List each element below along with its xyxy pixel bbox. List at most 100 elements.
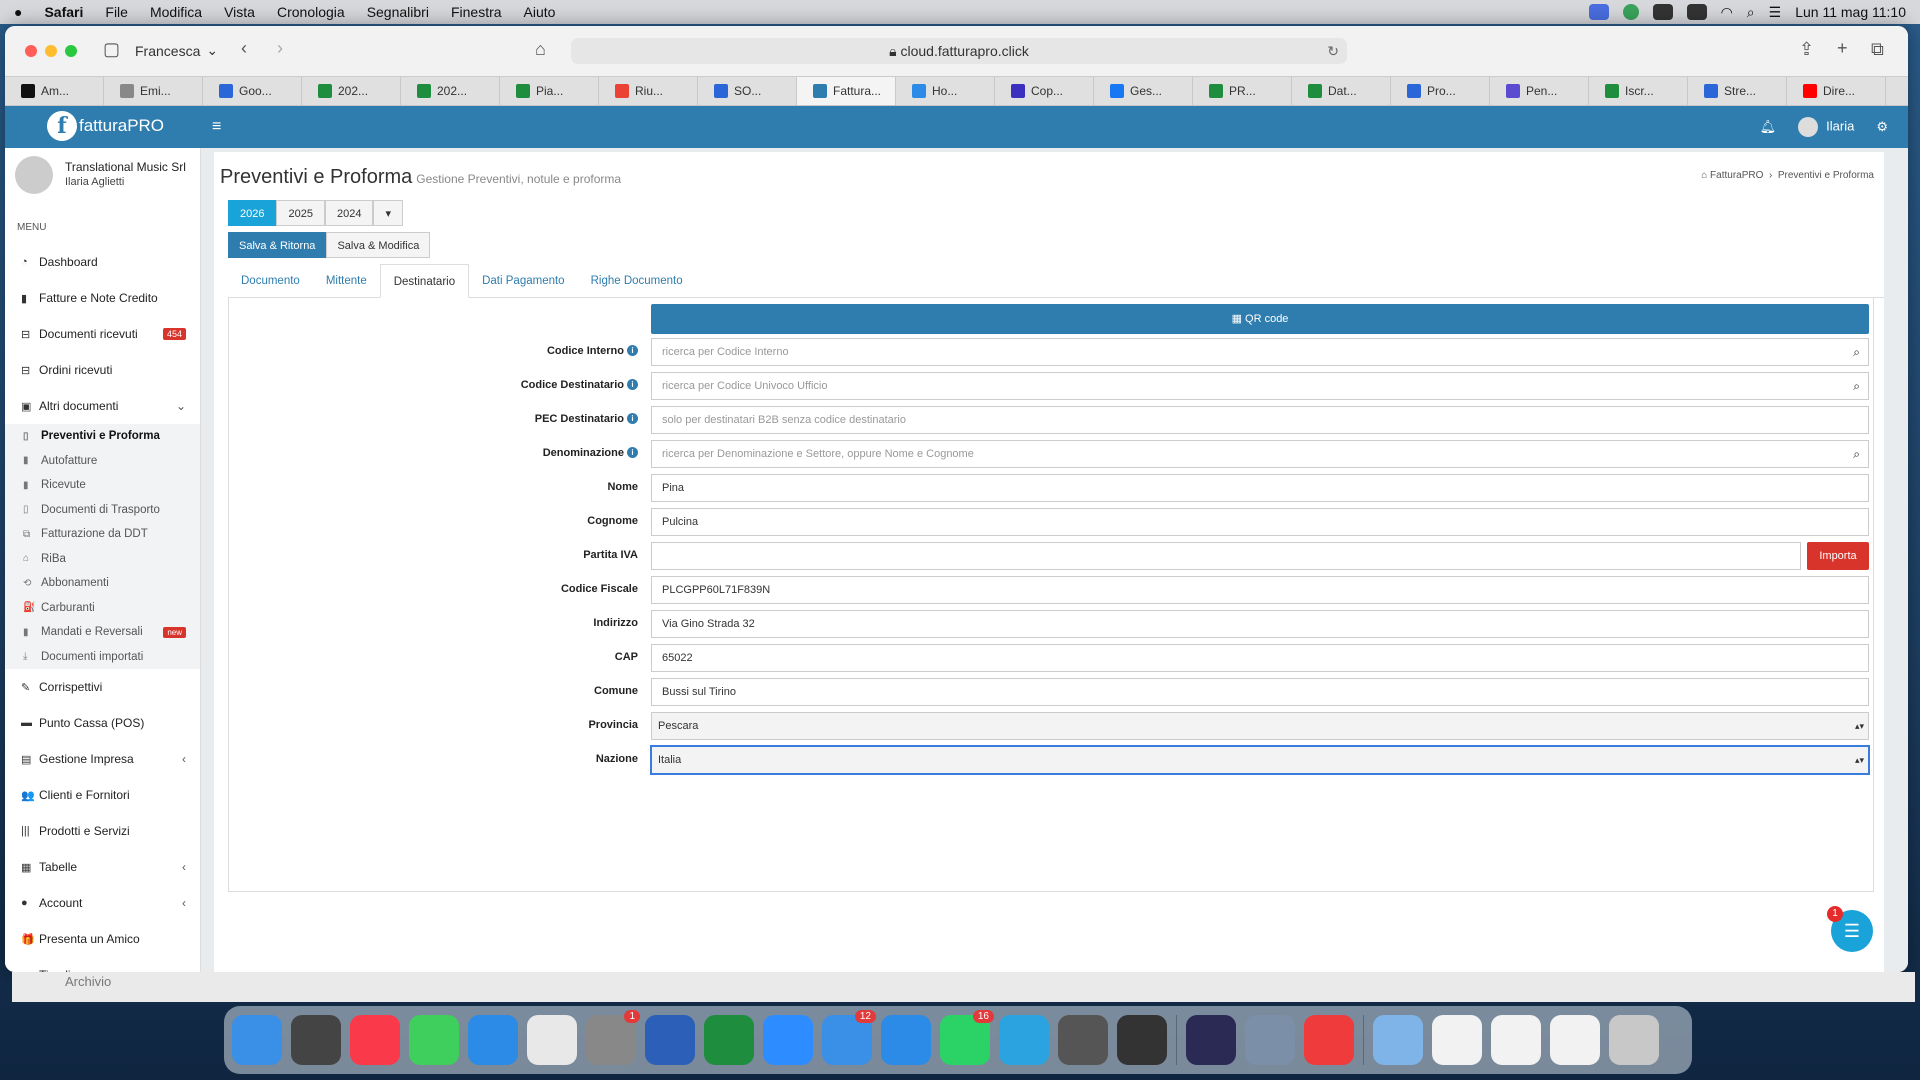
dock-window-2-icon[interactable] xyxy=(1491,1015,1541,1065)
save-and-edit-button[interactable]: Salva & Modifica xyxy=(326,232,431,258)
dock-grammarly-icon[interactable] xyxy=(1186,1015,1236,1065)
qr-code-button[interactable]: ▦ QR code xyxy=(651,304,1869,334)
menu-toggle-icon[interactable]: ≡ xyxy=(212,118,221,136)
dock-preview-icon[interactable] xyxy=(1245,1015,1295,1065)
dock-settings-icon[interactable]: 1 xyxy=(586,1010,640,1065)
browser-tab[interactable]: Iscr... xyxy=(1589,77,1688,105)
search-icon[interactable]: ⌕ xyxy=(1853,441,1860,467)
sidebar-item-autofatture[interactable]: ▮ Autofatture xyxy=(5,449,200,474)
importa-button[interactable]: Importa xyxy=(1807,542,1869,570)
input-partita-iva[interactable] xyxy=(651,542,1801,570)
chat-button[interactable]: ☰ 1 xyxy=(1827,906,1873,952)
dock-keychain-icon[interactable] xyxy=(291,1015,341,1065)
dock-trash-icon[interactable] xyxy=(1609,1015,1659,1065)
sidebar-item-fatture-e-note-credito[interactable]: ▮ Fatture e Note Credito xyxy=(5,280,200,316)
info-icon[interactable]: i xyxy=(627,413,638,424)
browser-tab[interactable]: Ges... xyxy=(1094,77,1193,105)
dock-music-icon[interactable] xyxy=(350,1015,400,1065)
browser-tab[interactable]: Pen... xyxy=(1490,77,1589,105)
sidebar-item-fatturazione-da-ddt[interactable]: ⧉ Fatturazione da DDT xyxy=(5,522,200,547)
tab-documento[interactable]: Documento xyxy=(228,264,313,297)
apple-icon[interactable]: ● xyxy=(14,4,22,20)
search-icon[interactable]: ⌕ xyxy=(1853,373,1860,399)
dock-app-store-icon[interactable] xyxy=(881,1015,931,1065)
grammarly-icon[interactable] xyxy=(1652,4,1673,20)
dock-zoom-icon[interactable] xyxy=(763,1015,813,1065)
menu-item-file[interactable]: File xyxy=(105,4,128,20)
sidebar-item-altri-documenti[interactable]: ▣ Altri documenti ⌄ xyxy=(5,388,200,424)
menu-item-segnalibri[interactable]: Segnalibri xyxy=(367,4,429,20)
browser-tab[interactable]: Stre... xyxy=(1688,77,1787,105)
browser-tab[interactable]: Pia... xyxy=(500,77,599,105)
sidebar-item-presenta-un-amico[interactable]: 🎁 Presenta un Amico xyxy=(5,921,200,957)
sidebar-item-riba[interactable]: ⌂ RiBa xyxy=(5,547,200,572)
search-icon[interactable]: ⌕ xyxy=(1853,339,1860,365)
home-icon[interactable]: ⌂ xyxy=(535,39,546,60)
minimize-window-button[interactable] xyxy=(45,45,57,57)
address-bar[interactable]: 🔒︎ cloud.fatturapro.click ↻ xyxy=(571,38,1347,64)
forward-icon[interactable]: › xyxy=(277,38,283,59)
dock-excel-icon[interactable] xyxy=(704,1015,754,1065)
sidebar-item-punto-cassa-pos-[interactable]: ▬ Punto Cassa (POS) xyxy=(5,705,200,741)
input-codice-interno[interactable]: ricerca per Codice Interno ⌕ xyxy=(651,338,1869,366)
bell-icon[interactable]: 🔔︎ xyxy=(1760,119,1777,135)
menu-item-vista[interactable]: Vista xyxy=(224,4,255,20)
gears-icon[interactable]: ⚙ xyxy=(1876,119,1888,135)
share-icon[interactable]: ⇪ xyxy=(1799,39,1814,60)
sidebar-item-clienti-e-fornitori[interactable]: 👥 Clienti e Fornitori xyxy=(5,777,200,813)
browser-tab[interactable]: Cop... xyxy=(995,77,1094,105)
search-icon[interactable]: ⌕ xyxy=(1747,4,1755,21)
sidebar-item-prodotti-e-servizi[interactable]: ||| Prodotti e Servizi xyxy=(5,813,200,849)
input-cognome[interactable]: Pulcina xyxy=(651,508,1869,536)
battery-icon[interactable] xyxy=(1686,4,1707,20)
input-indirizzo[interactable]: Via Gino Strada 32 xyxy=(651,610,1869,638)
input-codice-destinatario[interactable]: ricerca per Codice Univoco Ufficio ⌕ xyxy=(651,372,1869,400)
year-button-2024[interactable]: 2024 xyxy=(324,200,374,226)
new-tab-icon[interactable]: + xyxy=(1837,38,1848,59)
screen-icon[interactable] xyxy=(1588,4,1609,20)
sidebar-item-dashboard[interactable]: ◔ Dashboard xyxy=(5,244,200,280)
save-and-return-button[interactable]: Salva & Ritorna xyxy=(228,232,327,258)
dock-window-3-icon[interactable] xyxy=(1550,1015,1600,1065)
browser-tab[interactable]: PR... xyxy=(1193,77,1292,105)
sidebar-toggle-icon[interactable]: ▢ xyxy=(103,39,120,60)
input-denominazione[interactable]: ricerca per Denominazione e Settore, opp… xyxy=(651,440,1869,468)
sync-icon[interactable] xyxy=(1622,4,1639,20)
sidebar-item-documenti-importati[interactable]: ⤓ Documenti importati xyxy=(5,645,200,670)
dock-folder-icon[interactable] xyxy=(1373,1015,1423,1065)
browser-tab[interactable]: Pro... xyxy=(1391,77,1490,105)
sidebar-item-documenti-di-trasporto[interactable]: ▯ Documenti di Trasporto xyxy=(5,498,200,523)
input-pec-destinatario[interactable]: solo per destinatari B2B senza codice de… xyxy=(651,406,1869,434)
dock-word-icon[interactable] xyxy=(645,1015,695,1065)
dock-chrome-icon[interactable] xyxy=(527,1015,577,1065)
dock-printer-icon[interactable] xyxy=(1058,1015,1108,1065)
select-provincia[interactable]: Pescara ▴▾ xyxy=(651,712,1869,740)
dock-safari-icon[interactable] xyxy=(468,1015,518,1065)
info-icon[interactable]: i xyxy=(627,447,638,458)
tab-overview-icon[interactable]: ⧉ xyxy=(1871,39,1884,60)
tab-destinatario[interactable]: Destinatario xyxy=(379,264,470,298)
menu-item-aiuto[interactable]: Aiuto xyxy=(524,4,556,20)
info-icon[interactable]: i xyxy=(627,345,638,356)
user-menu[interactable]: Ilaria xyxy=(1798,117,1854,137)
sidebar-item-timeline[interactable]: ◷Timeline xyxy=(5,957,200,972)
dock-telegram-icon[interactable] xyxy=(999,1015,1049,1065)
archivio-label[interactable]: Archivio xyxy=(65,974,111,989)
browser-tab[interactable]: Fattura... xyxy=(797,77,896,105)
dock-mail-icon[interactable]: 12 xyxy=(822,1010,876,1065)
browser-tab[interactable]: 202... xyxy=(302,77,401,105)
menu-item-cronologia[interactable]: Cronologia xyxy=(277,4,345,20)
breadcrumb-root[interactable]: FatturaPRO xyxy=(1710,170,1763,181)
wifi-icon[interactable]: ◠ xyxy=(1721,4,1733,21)
tab-mittente[interactable]: Mittente xyxy=(313,264,380,297)
back-icon[interactable]: ‹ xyxy=(241,38,247,59)
input-comune[interactable]: Bussi sul Tirino xyxy=(651,678,1869,706)
fatturapro-logo[interactable]: f fatturaPRO xyxy=(47,111,164,141)
browser-tab[interactable]: Riu... xyxy=(599,77,698,105)
sidebar-item-gestione-impresa[interactable]: ▤ Gestione Impresa ‹ xyxy=(5,741,200,777)
input-nome[interactable]: Pina xyxy=(651,474,1869,502)
browser-tab[interactable]: SO... xyxy=(698,77,797,105)
tab-dati-pagamento[interactable]: Dati Pagamento xyxy=(469,264,577,297)
tab-righe-documento[interactable]: Righe Documento xyxy=(578,264,696,297)
profile-switcher[interactable]: Francesca ⌄ xyxy=(135,42,218,59)
